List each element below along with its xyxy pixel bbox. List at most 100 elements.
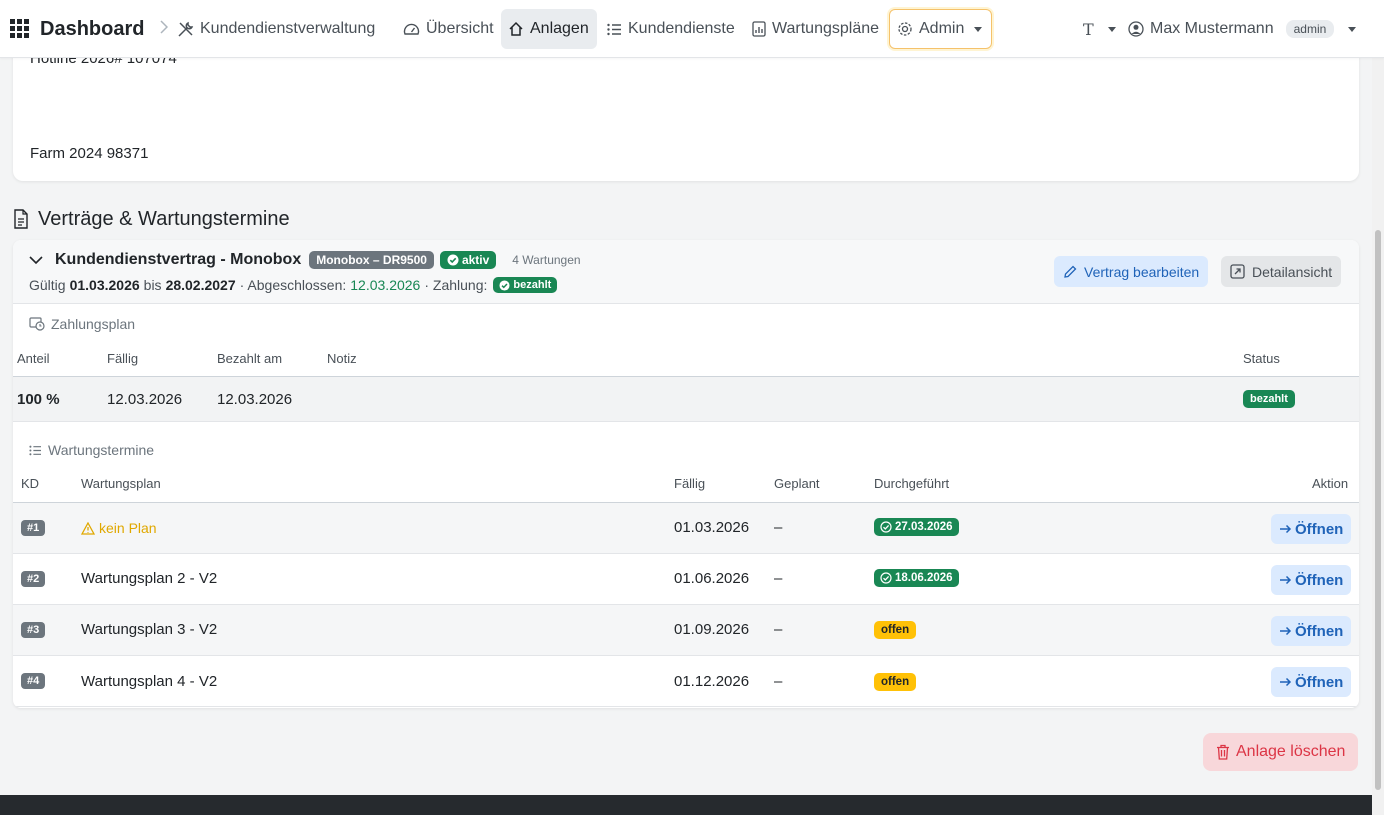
plan-missing-label: kein Plan <box>99 520 157 536</box>
scrollbar-thumb[interactable] <box>1375 230 1381 790</box>
chevron-down-icon[interactable] <box>29 255 43 265</box>
detail-view-button[interactable]: Detailansicht <box>1221 256 1342 287</box>
open-button[interactable]: Öffnen <box>1271 616 1352 646</box>
done-date-badge: 18.06.2026 <box>874 569 959 587</box>
payment-plan-label: Zahlungsplan <box>29 316 135 332</box>
chart-icon <box>752 21 766 37</box>
breadcrumb-label: Kundendienstverwaltung <box>200 20 376 37</box>
delete-asset-button[interactable]: Anlage löschen <box>1203 733 1359 771</box>
col-header-planned: Geplant <box>774 476 820 491</box>
nav-anlagen[interactable]: Anlagen <box>501 9 597 49</box>
check-circle-icon <box>499 279 510 291</box>
page-scrollbar[interactable] <box>1372 58 1384 815</box>
payment-label: · Zahlung: <box>424 277 488 293</box>
col-header-status: Status <box>1243 351 1280 366</box>
payment-share: 100 % <box>17 391 60 408</box>
nav-label: Wartungspläne <box>772 20 880 37</box>
arrow-right-icon <box>1280 626 1292 636</box>
user-name: Max Mustermann <box>1150 20 1274 37</box>
planned-date: – <box>774 673 783 690</box>
list-icon <box>607 23 621 35</box>
open-button[interactable]: Öffnen <box>1271 565 1352 595</box>
table-row: #1 kein Plan 01.03.2026 – 27.03.2026 Öff… <box>13 503 1359 554</box>
kd-badge: #1 <box>21 520 46 536</box>
col-header-kd: KD <box>21 476 40 491</box>
gear-icon <box>898 22 912 36</box>
pencil-icon <box>1064 265 1077 278</box>
top-navbar: Dashboard Kundendienstverwaltung Übersic… <box>0 0 1384 58</box>
col-header-action: Aktion <box>1312 476 1349 491</box>
user-role-badge: admin <box>1285 20 1335 38</box>
arrow-right-icon <box>1280 524 1292 534</box>
nav-uebersicht[interactable]: Übersicht <box>396 9 501 49</box>
due-date: 01.12.2026 <box>674 673 750 690</box>
open-button-label: Öffnen <box>1295 520 1344 538</box>
list-icon <box>29 445 41 455</box>
done-status-badge: offen <box>874 621 917 639</box>
col-header-note: Notiz <box>327 351 357 366</box>
planned-date: – <box>774 570 783 587</box>
nav-admin-dropdown[interactable]: Admin <box>889 9 992 49</box>
external-link-icon <box>1230 264 1245 279</box>
maintenance-label-text: Wartungstermine <box>48 442 155 458</box>
valid-mid: bis <box>143 277 162 293</box>
planned-date: – <box>774 621 783 638</box>
contract-card: Kundendienstvertrag - Monobox Monobox – … <box>13 240 1359 708</box>
nav-label: Admin <box>919 20 965 37</box>
theme-toggle-dropdown[interactable]: T <box>1076 9 1123 49</box>
valid-from: 01.03.2026 <box>69 277 140 293</box>
col-header-plan: Wartungsplan <box>81 476 161 491</box>
col-header-paid-on: Bezahlt am <box>217 351 283 366</box>
maintenance-count: 4 Wartungen <box>512 253 581 267</box>
payment-row: 100 % 12.03.2026 12.03.2026 bezahlt <box>13 377 1359 422</box>
grid-icon <box>10 19 29 38</box>
table-row: #3 Wartungsplan 3 - V2 01.09.2026 – offe… <box>13 605 1359 656</box>
kd-badge: #4 <box>21 673 46 689</box>
trash-icon <box>1217 744 1229 760</box>
user-menu-dropdown[interactable]: Max Mustermann admin <box>1121 9 1363 49</box>
warning-icon <box>81 521 95 535</box>
nav-kundendienste[interactable]: Kundendienste <box>600 9 742 49</box>
breadcrumb-kundendienstverwaltung[interactable]: Kundendienstverwaltung <box>170 9 382 49</box>
contract-title: Kundendienstvertrag - Monobox <box>55 251 302 268</box>
status-badge: aktiv <box>439 251 497 269</box>
col-header-due: Fällig <box>107 351 139 366</box>
contract-header: Kundendienstvertrag - Monobox Monobox – … <box>13 240 1359 304</box>
open-button-label: Öffnen <box>1295 571 1344 589</box>
theme-toggle-label: T <box>1083 19 1094 39</box>
edit-contract-label: Vertrag bearbeiten <box>1084 263 1200 280</box>
col-header-done: Durchgeführt <box>874 476 950 491</box>
edit-contract-button[interactable]: Vertrag bearbeiten <box>1054 256 1209 287</box>
plan-missing: kein Plan <box>81 520 157 536</box>
nav-wartungsplaene[interactable]: Wartungspläne <box>745 9 886 49</box>
plan-name: Wartungsplan 4 - V2 <box>81 673 218 690</box>
open-button-label: Öffnen <box>1295 673 1344 691</box>
done-date-label: 27.03.2026 <box>895 521 953 533</box>
payment-badge-label: bezahlt <box>513 279 552 291</box>
payment-plan-label-text: Zahlungsplan <box>51 316 136 332</box>
plan-name: Wartungsplan 3 - V2 <box>81 621 218 638</box>
detail-view-label: Detailansicht <box>1252 263 1333 280</box>
maintenance-label: Wartungstermine <box>29 442 154 458</box>
brand-label: Dashboard <box>40 17 145 40</box>
table-row: #4 Wartungsplan 4 - V2 01.12.2026 – offe… <box>13 656 1359 707</box>
check-circle-icon <box>880 572 892 584</box>
valid-prefix: Gültig <box>29 277 66 293</box>
col-header-due: Fällig <box>674 476 706 491</box>
valid-to: 28.02.2027 <box>165 277 236 293</box>
open-button[interactable]: Öffnen <box>1271 514 1352 544</box>
kd-badge: #3 <box>21 622 46 638</box>
payment-icon <box>29 317 45 331</box>
kd-badge: #2 <box>21 571 46 587</box>
brand[interactable]: Dashboard <box>10 9 144 49</box>
model-badge: Monobox – DR9500 <box>309 251 434 269</box>
payment-paid-on: 12.03.2026 <box>217 391 293 408</box>
payment-status-badge: bezahlt <box>493 277 558 293</box>
done-date-label: 18.06.2026 <box>895 572 953 584</box>
arrow-right-icon <box>1280 575 1292 585</box>
payment-row-status-badge: bezahlt <box>1243 390 1295 408</box>
open-button[interactable]: Öffnen <box>1271 667 1352 697</box>
section-title-text: Verträge & Wartungstermine <box>38 207 290 230</box>
due-date: 01.09.2026 <box>674 621 750 638</box>
breadcrumb-separator-icon <box>160 20 169 37</box>
